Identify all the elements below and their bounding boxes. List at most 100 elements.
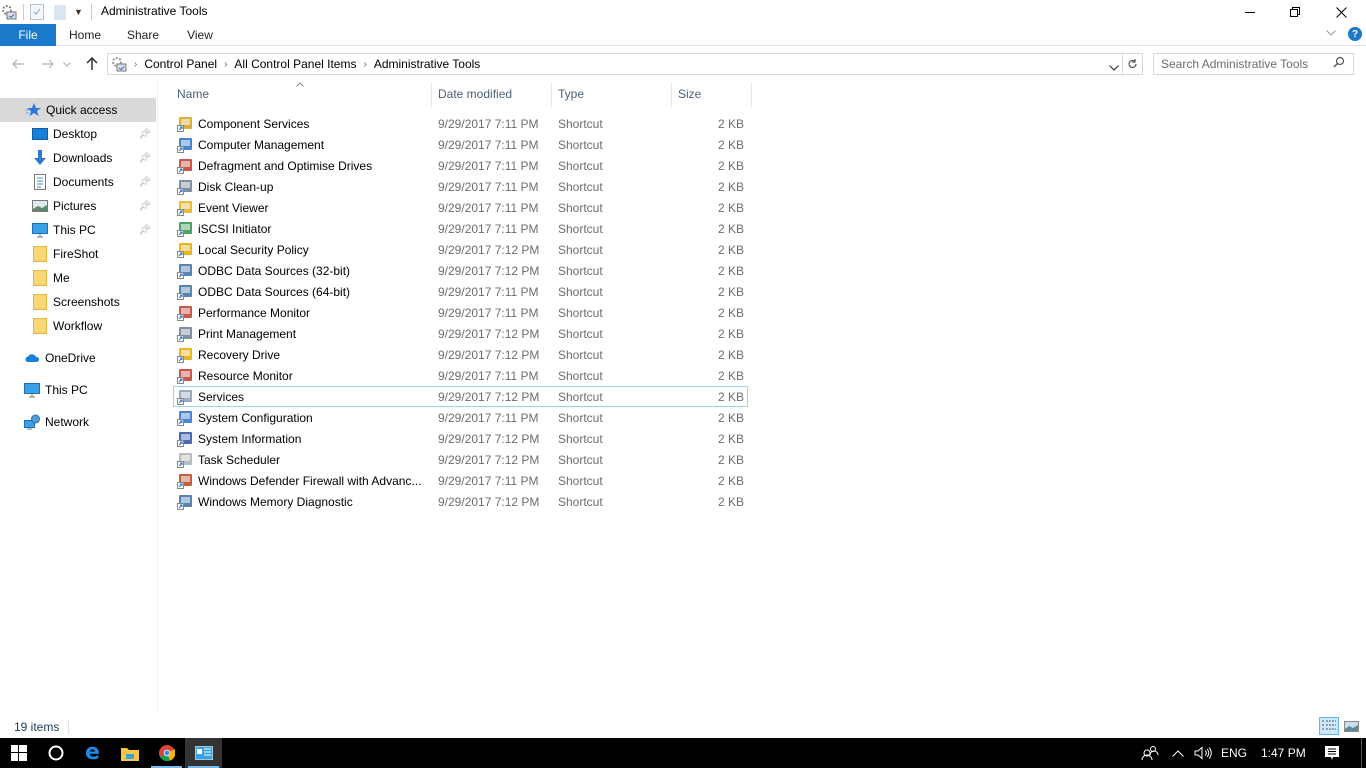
nav-downloads[interactable]: Downloads 📌︎ xyxy=(0,146,156,170)
address-history-dropdown[interactable] xyxy=(1109,60,1119,74)
minimize-button[interactable] xyxy=(1227,0,1273,24)
nav-network[interactable]: Network xyxy=(0,410,156,434)
taskbar-file-explorer[interactable] xyxy=(111,738,148,768)
file-row[interactable]: Print Management 9/29/2017 7:12 PM Shortcu… xyxy=(173,323,748,344)
nav-pictures[interactable]: Pictures 📌︎ xyxy=(0,194,156,218)
action-center-icon xyxy=(1325,746,1339,760)
pin-icon[interactable]: 📌︎ xyxy=(138,177,151,188)
search-box[interactable] xyxy=(1153,53,1354,75)
customize-qat-dropdown[interactable]: ▼ xyxy=(74,7,83,17)
show-desktop-button[interactable] xyxy=(1361,738,1366,768)
breadcrumb-all-control-panel-items[interactable]: All Control Panel Items xyxy=(229,57,361,71)
file-name: ODBC Data Sources (32-bit) xyxy=(198,263,351,278)
restore-button[interactable] xyxy=(1272,0,1318,24)
nav-label: Desktop xyxy=(53,127,98,141)
details-view-button[interactable] xyxy=(1319,717,1339,735)
file-row[interactable]: ODBC Data Sources (32-bit) 9/29/2017 7:12… xyxy=(173,260,748,281)
tab-file[interactable]: File xyxy=(0,24,56,46)
nav-label: Network xyxy=(45,415,90,429)
nav-documents[interactable]: Documents 📌︎ xyxy=(0,170,156,194)
forward-button[interactable] xyxy=(38,54,58,74)
file-size: 2 KB xyxy=(717,263,744,278)
pin-icon[interactable]: 📌︎ xyxy=(138,129,151,140)
breadcrumb-control-panel[interactable]: Control Panel xyxy=(139,57,222,71)
file-row[interactable]: Defragment and Optimise Drives 9/29/2017 … xyxy=(173,155,748,176)
new-folder-icon[interactable] xyxy=(54,4,66,20)
action-center-button[interactable] xyxy=(1324,738,1340,768)
nav-desktop[interactable]: Desktop 📌︎ xyxy=(0,122,156,146)
help-icon[interactable]: ? xyxy=(1348,27,1362,41)
nav-this-pc[interactable]: This PC xyxy=(0,378,156,402)
nav-screenshots[interactable]: Screenshots xyxy=(0,290,156,314)
large-icons-view-button[interactable] xyxy=(1341,717,1361,735)
search-icon[interactable] xyxy=(1333,56,1345,71)
people-button[interactable] xyxy=(1141,738,1159,768)
nav-onedrive[interactable]: OneDrive xyxy=(0,346,156,370)
column-header-type[interactable]: Type xyxy=(552,82,671,107)
refresh-button[interactable] xyxy=(1123,53,1143,75)
shortcut-icon xyxy=(177,200,193,216)
nav-quick-access[interactable]: Quick access xyxy=(0,98,156,122)
taskbar-edge[interactable]: e xyxy=(74,738,111,768)
navigation-pane-divider[interactable] xyxy=(157,80,158,712)
file-row[interactable]: Performance Monitor 9/29/2017 7:11 PM Shor… xyxy=(173,302,748,323)
file-row[interactable]: System Information 9/29/2017 7:12 PM Short… xyxy=(173,428,748,449)
up-button[interactable] xyxy=(82,54,102,74)
breadcrumb-separator[interactable]: › xyxy=(222,59,229,70)
start-button[interactable] xyxy=(0,738,37,768)
pin-icon[interactable]: 📌︎ xyxy=(138,225,151,236)
expand-ribbon-icon[interactable] xyxy=(1326,28,1336,39)
breadcrumb-separator[interactable]: › xyxy=(361,59,368,70)
file-row[interactable]: Task Scheduler 9/29/2017 7:12 PM Shortcut 2… xyxy=(173,449,748,470)
file-row[interactable]: Event Viewer 9/29/2017 7:11 PM Shortcut 2 K… xyxy=(173,197,748,218)
nav-fireshot[interactable]: FireShot xyxy=(0,242,156,266)
cortana-button[interactable] xyxy=(37,738,74,768)
file-name: Windows Defender Firewall with Advanc... xyxy=(198,473,422,488)
clock[interactable]: 1:47 PM xyxy=(1261,738,1306,768)
tab-home[interactable]: Home xyxy=(62,24,108,46)
file-row[interactable]: Disk Clean-up 9/29/2017 7:11 PM Shortcut 2 … xyxy=(173,176,748,197)
column-header-size[interactable]: Size xyxy=(672,82,751,107)
file-date-modified: 9/29/2017 7:11 PM xyxy=(438,179,539,194)
back-button[interactable] xyxy=(8,54,28,74)
tab-view[interactable]: View xyxy=(178,24,222,46)
pin-icon[interactable]: 📌︎ xyxy=(138,153,151,164)
nav-me[interactable]: Me xyxy=(0,266,156,290)
column-header-name[interactable]: Name xyxy=(171,82,431,107)
breadcrumb-administrative-tools[interactable]: Administrative Tools xyxy=(369,57,486,71)
folder-icon xyxy=(32,246,48,262)
shortcut-icon xyxy=(177,263,193,279)
breadcrumb-separator[interactable]: › xyxy=(132,59,139,70)
file-row[interactable]: Windows Memory Diagnostic 9/29/2017 7:12 … xyxy=(173,491,748,512)
shortcut-icon xyxy=(177,494,193,510)
column-header-date-modified[interactable]: Date modified xyxy=(432,82,551,107)
pin-icon[interactable]: 📌︎ xyxy=(138,201,151,212)
file-row[interactable]: System Configuration 9/29/2017 7:11 PM Sho… xyxy=(173,407,748,428)
file-name: Computer Management xyxy=(198,137,325,152)
taskbar-administrative-tools[interactable] xyxy=(185,738,222,768)
downloads-icon xyxy=(32,150,48,166)
file-row[interactable]: ODBC Data Sources (64-bit) 9/29/2017 7:11… xyxy=(173,281,748,302)
properties-icon[interactable] xyxy=(30,4,44,20)
file-row[interactable]: Windows Defender Firewall with Advanc...… xyxy=(173,470,748,491)
close-button[interactable] xyxy=(1318,0,1364,24)
file-row[interactable]: Local Security Policy 9/29/2017 7:12 PM Sh… xyxy=(173,239,748,260)
taskbar-chrome[interactable] xyxy=(148,738,185,768)
file-row[interactable]: Recovery Drive 9/29/2017 7:12 PM Shortcut 2… xyxy=(173,344,748,365)
file-row[interactable]: Component Services 9/29/2017 7:11 PM Short… xyxy=(173,113,748,134)
input-language-indicator[interactable]: ENG xyxy=(1221,738,1247,768)
show-hidden-icons-button[interactable] xyxy=(1172,738,1184,768)
file-name: Services xyxy=(198,389,245,404)
search-input[interactable] xyxy=(1154,54,1324,74)
file-row[interactable]: Resource Monitor 9/29/2017 7:11 PM Shortcu… xyxy=(173,365,748,386)
volume-button[interactable] xyxy=(1194,738,1212,768)
file-row[interactable]: Computer Management 9/29/2017 7:11 PM Shor… xyxy=(173,134,748,155)
file-row[interactable]: iSCSI Initiator 9/29/2017 7:11 PM Shortcut… xyxy=(173,218,748,239)
recent-locations-button[interactable] xyxy=(60,54,74,74)
address-bar[interactable]: › Control Panel › All Control Panel Item… xyxy=(107,53,1123,75)
column-resize-handle[interactable] xyxy=(751,82,752,107)
tab-share[interactable]: Share xyxy=(120,24,166,46)
nav-workflow[interactable]: Workflow xyxy=(0,314,156,338)
nav-this-pc-pinned[interactable]: This PC 📌︎ xyxy=(0,218,156,242)
file-row[interactable]: Services 9/29/2017 7:12 PM Shortcut 2 KB xyxy=(173,386,748,407)
